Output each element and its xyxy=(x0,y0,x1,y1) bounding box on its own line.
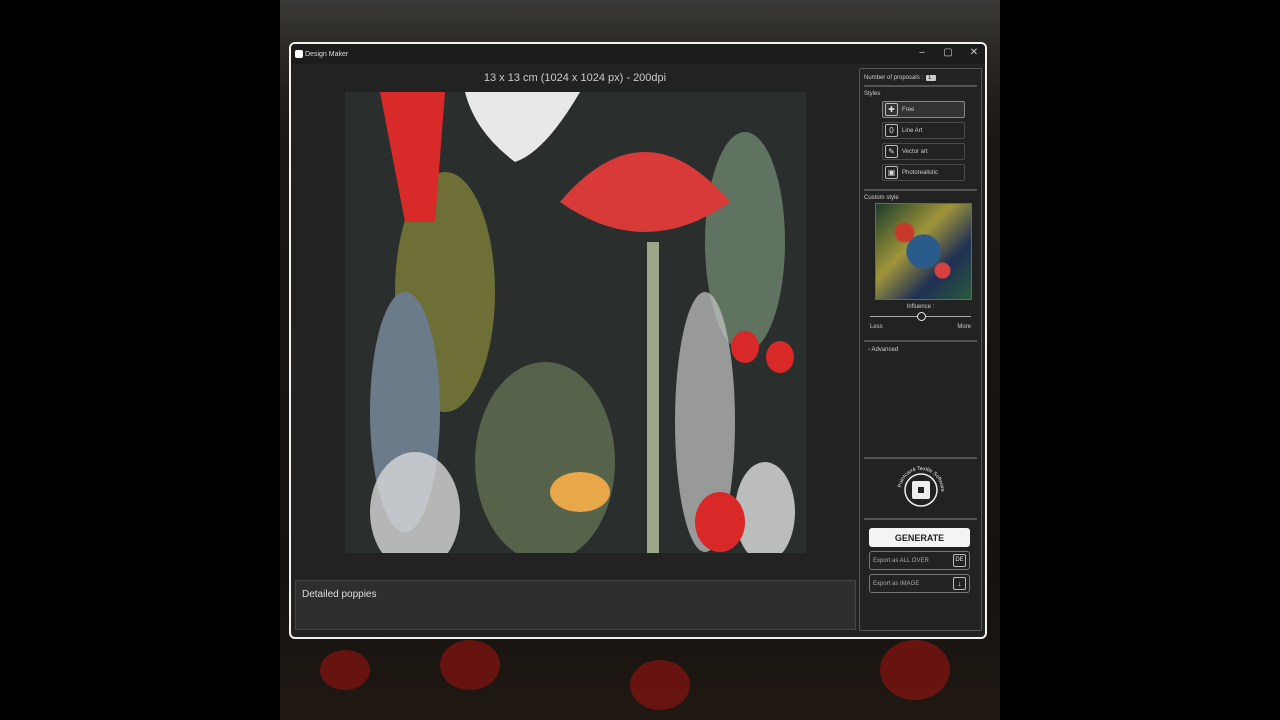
photo-icon: ▣ xyxy=(885,166,898,179)
canvas-dimensions: 13 x 13 cm (1024 x 1024 px) - 200dpi xyxy=(483,72,667,84)
export-image-label: Export as IMAGE xyxy=(873,580,920,587)
feather-icon: ✎ xyxy=(885,145,898,158)
minimize-button[interactable]: – xyxy=(909,47,935,58)
style-label: Photorealistic xyxy=(902,169,939,176)
window-title: Design Maker xyxy=(305,50,349,58)
proposals-label: Number of proposals : xyxy=(864,75,924,81)
free-icon: ✚ xyxy=(885,103,898,116)
style-line-art-button[interactable]: 0 Line Art xyxy=(882,122,965,139)
advanced-toggle[interactable]: ▫ Advanced xyxy=(868,347,977,353)
style-photorealistic-button[interactable]: ▣ Photorealistic xyxy=(882,164,965,181)
proposals-stepper[interactable]: 1 xyxy=(926,75,937,81)
line-art-icon: 0 xyxy=(885,124,898,137)
export-allover-label: Export as ALL OVER xyxy=(873,557,929,564)
influence-label: Influence : xyxy=(906,304,935,310)
generate-button[interactable]: GENERATE xyxy=(869,528,970,547)
app-logo-icon xyxy=(295,50,303,58)
maximize-button[interactable]: ▢ xyxy=(935,47,961,58)
settings-panel: Number of proposals : 1 Styles ✚ Free 0 Li… xyxy=(859,68,982,631)
export-allover-button[interactable]: Export as ALL OVER DE xyxy=(869,551,970,570)
custom-style-label: Custom style xyxy=(864,195,899,201)
influence-slider[interactable] xyxy=(870,312,971,322)
style-free-button[interactable]: ✚ Free xyxy=(882,101,965,118)
style-label: Line Art xyxy=(902,127,923,134)
style-label: Vector art xyxy=(902,148,928,155)
style-vector-art-button[interactable]: ✎ Vector art xyxy=(882,143,965,160)
style-label: Free xyxy=(902,106,915,113)
styles-label: Styles xyxy=(864,91,881,97)
export-image-button[interactable]: Export as IMAGE ↓ xyxy=(869,574,970,593)
more-label: More xyxy=(957,324,971,330)
generated-design-image xyxy=(345,92,806,553)
design-maker-window: Design Maker – ▢ ✕ 13 x 13 cm (1024 x 10… xyxy=(289,42,987,639)
less-label: Less xyxy=(870,324,883,330)
advanced-label: Advanced xyxy=(871,347,899,353)
download-icon: ↓ xyxy=(953,577,966,590)
slider-knob[interactable] xyxy=(916,312,926,321)
prompt-input[interactable]: Detailed poppies xyxy=(295,580,856,630)
de-icon: DE xyxy=(953,554,966,567)
close-button[interactable]: ✕ xyxy=(961,47,985,58)
title-bar: Design Maker xyxy=(291,44,985,64)
pointcarre-logo: Pointcarré Textile Software xyxy=(897,466,945,507)
custom-style-thumbnail[interactable] xyxy=(875,203,972,300)
